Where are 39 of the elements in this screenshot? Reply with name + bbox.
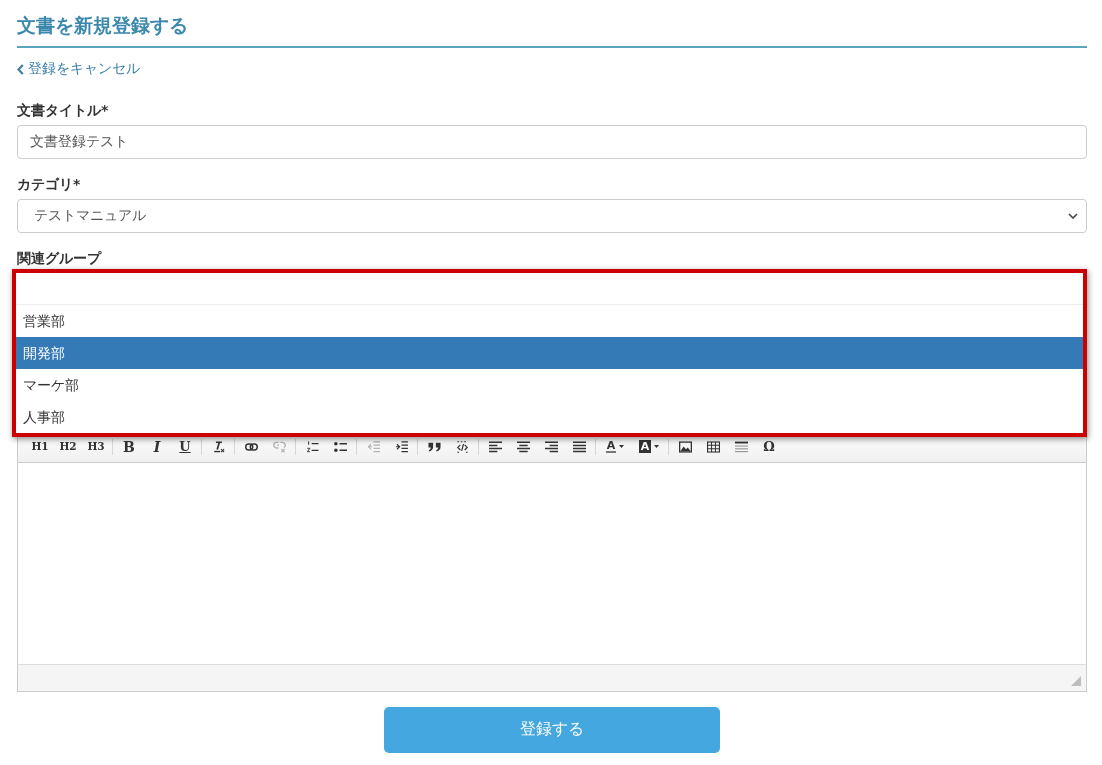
bold-button[interactable]: B: [116, 437, 142, 456]
align-right-icon: [544, 440, 558, 453]
italic-button[interactable]: I: [144, 437, 170, 456]
dropdown-option[interactable]: 開発部: [16, 336, 1083, 369]
broken-link-icon: [272, 440, 286, 453]
highlight-color-button[interactable]: A: [633, 437, 665, 456]
resize-grip-icon[interactable]: [1071, 675, 1081, 686]
table-icon: [706, 440, 720, 453]
heading-button[interactable]: H2: [55, 437, 81, 456]
clear-format-icon: [211, 440, 225, 453]
align-justify-icon: [572, 440, 586, 453]
field-label: 文書タイトル*: [17, 100, 109, 119]
numbered-list-icon: [305, 440, 319, 453]
indent-icon: [394, 440, 408, 453]
horizontal-rule-icon: [734, 440, 748, 453]
cancel-link[interactable]: 登録をキャンセル: [17, 60, 140, 78]
quote-icon: [427, 440, 441, 453]
align-left-icon: [488, 440, 502, 453]
code-icon: [455, 440, 469, 453]
heading-button[interactable]: H3: [83, 437, 109, 456]
underline-button[interactable]: U: [172, 437, 198, 456]
caret-icon: [619, 445, 625, 448]
special-character-button[interactable]: Ω: [756, 437, 782, 456]
category-select[interactable]: テストマニュアル: [17, 198, 1087, 233]
field-label: カテゴリ*: [17, 174, 81, 193]
image-icon: [678, 440, 692, 453]
bullet-list-icon: [333, 440, 347, 453]
title-input[interactable]: 文書登録テスト: [17, 124, 1087, 159]
align-center-icon: [516, 440, 530, 453]
text-color-button[interactable]: A: [599, 437, 631, 456]
heading-button[interactable]: H1: [27, 437, 53, 456]
chevron-left-icon: [17, 63, 24, 75]
chevron-down-icon: [1068, 212, 1078, 219]
field-label: 関連グループ: [17, 248, 101, 267]
link-icon: [244, 440, 258, 453]
outdent-icon: [366, 440, 380, 453]
caret-icon: [654, 445, 660, 448]
page-title: 文書を新規登録する: [17, 13, 188, 38]
group-select-field[interactable]: [16, 272, 1083, 305]
